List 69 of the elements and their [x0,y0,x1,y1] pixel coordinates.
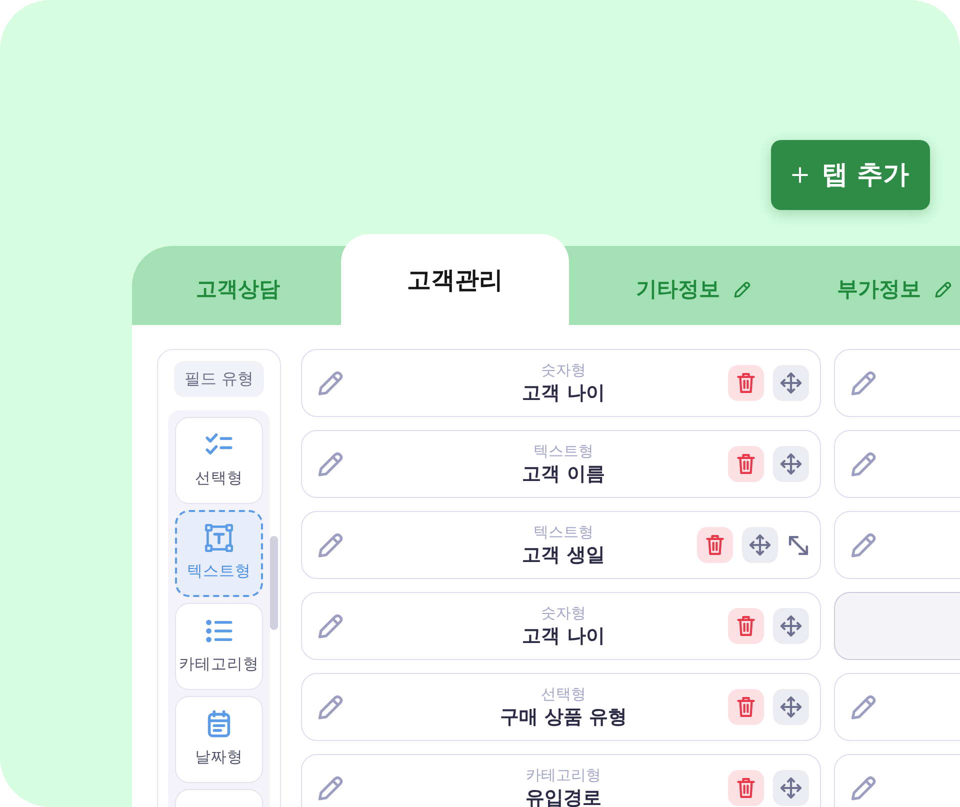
pencil-icon[interactable] [318,451,344,477]
field-name: 고객 생일 [522,542,605,568]
scrollbar-thumb[interactable] [270,536,278,630]
field-type-label: 텍스트형 [187,561,251,582]
trash-icon [737,616,755,636]
field-name: 고객 이름 [522,462,605,486]
delete-button[interactable] [728,365,764,401]
field-type-item[interactable]: 날짜형 [175,696,263,783]
pencil-icon[interactable] [318,694,344,720]
field-type-label: 텍스트형 [534,440,594,460]
field-name: 고객 나이 [522,380,605,406]
delete-button[interactable] [728,608,764,644]
trash-icon [737,454,755,474]
field-type-item[interactable]: 텍스트형 [175,510,263,597]
field-type-label: 날짜형 [195,747,243,768]
field-type-label: 카테고리형 [179,654,259,675]
move-icon [780,615,802,637]
move-button[interactable] [773,608,809,644]
field-name: 고객 나이 [522,624,605,648]
trash-icon [706,535,724,555]
tab[interactable]: 고객상담 [153,246,323,325]
delete-button[interactable] [728,689,764,725]
plus-icon [792,167,808,183]
move-button[interactable] [773,770,809,806]
pencil-icon[interactable] [935,281,952,298]
delete-button[interactable] [697,527,733,563]
text-frame-icon [205,524,233,552]
trash-icon [737,697,755,717]
pencil-icon[interactable] [851,694,877,720]
calendar-icon [205,710,233,738]
pencil-icon[interactable] [851,370,877,396]
add-tab-button[interactable]: 탭 추가 [771,140,930,210]
pencil-icon[interactable] [318,370,344,396]
move-button[interactable] [773,689,809,725]
pencil-icon[interactable] [734,281,751,298]
field-type-item[interactable]: 카테고리형 [175,603,263,690]
field-type-item[interactable]: 선택형 [175,417,263,504]
list-icon [205,617,233,645]
pencil-icon[interactable] [318,532,344,558]
field-name: 구매 상품 유형 [500,704,628,730]
field-type-label: 텍스트형 [534,522,594,542]
trash-icon [737,373,755,393]
field-type-label: 카테고리형 [526,764,601,784]
pencil-icon[interactable] [851,451,877,477]
pencil-icon[interactable] [318,613,344,639]
move-button[interactable] [773,365,809,401]
move-button[interactable] [742,527,778,563]
field-type-label: 선택형 [195,468,243,489]
field-name: 유입경로 [526,786,602,807]
tab[interactable]: 고객관리 [341,234,569,325]
resize-icon[interactable] [788,534,809,556]
move-button[interactable] [773,446,809,482]
field-type-label: 선택형 [540,684,586,704]
move-icon [749,534,771,556]
field-type-label: 숫자형 [541,602,586,622]
move-icon [780,777,802,799]
pencil-icon[interactable] [851,775,877,801]
tab[interactable]: 기타정보 [593,246,794,325]
trash-icon [737,778,755,798]
move-icon [780,453,802,475]
delete-button[interactable] [728,770,764,806]
pencil-icon[interactable] [851,532,877,558]
pencil-icon[interactable] [318,775,344,801]
tab[interactable]: 부가정보 [794,246,960,325]
field-type-label: 숫자형 [541,360,586,380]
delete-button[interactable] [728,446,764,482]
panel-title: 필드 유형 [174,361,264,397]
move-icon [780,372,802,394]
move-icon [780,696,802,718]
